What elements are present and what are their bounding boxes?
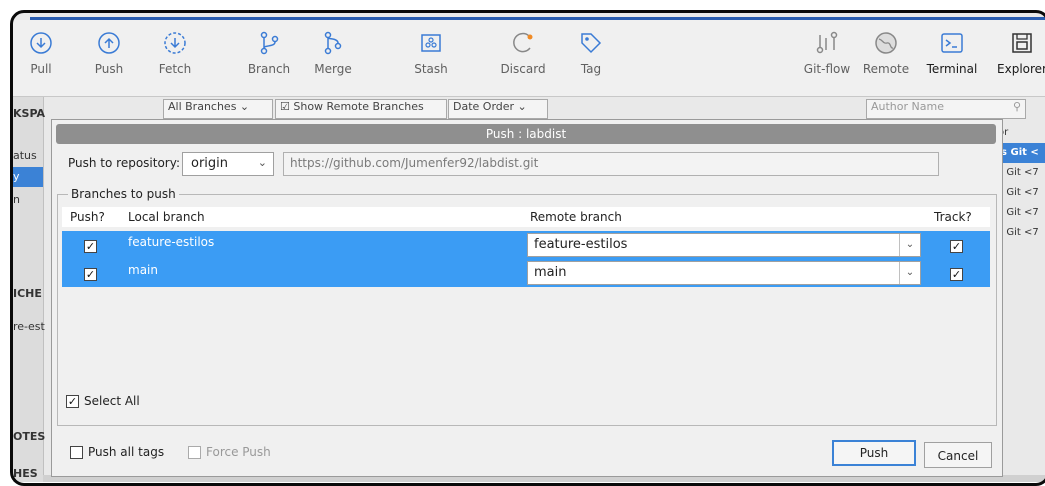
window-border	[10, 10, 1045, 486]
window: Pull Push Fetch Branch Merge Stash Disca…	[0, 0, 1045, 486]
